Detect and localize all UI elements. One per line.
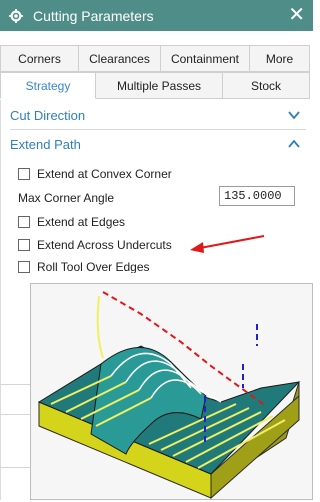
- window-title: Cutting Parameters: [33, 7, 154, 24]
- tab-containment[interactable]: Containment: [161, 45, 250, 72]
- section-extend-path[interactable]: Extend Path: [10, 130, 306, 158]
- extend-edges-option[interactable]: Extend at Edges: [18, 215, 125, 229]
- tab-more[interactable]: More: [250, 45, 310, 72]
- tab-multiple-passes[interactable]: Multiple Passes: [96, 72, 223, 99]
- toolpath-illustration: [37, 291, 301, 500]
- roll-tool-label: Roll Tool Over Edges: [37, 261, 150, 273]
- tab-stock[interactable]: Stock: [223, 72, 310, 99]
- close-icon[interactable]: ✕: [288, 4, 305, 26]
- annotation-arrow: [190, 235, 265, 253]
- tab-row-top: Corners Clearances Containment More: [0, 45, 313, 72]
- tooltip-illustration: [30, 283, 313, 500]
- extend-edges-checkbox[interactable]: [18, 216, 30, 228]
- extend-convex-label: Extend at Convex Corner: [37, 167, 172, 181]
- tab-corners[interactable]: Corners: [0, 45, 79, 72]
- section-label: Cut Direction: [10, 107, 86, 123]
- extend-edges-label: Extend at Edges: [37, 215, 126, 229]
- extend-undercuts-checkbox[interactable]: [18, 239, 30, 251]
- extend-undercuts-option[interactable]: Extend Across Undercuts: [18, 238, 172, 252]
- section-cut-direction[interactable]: Cut Direction: [10, 101, 306, 130]
- extend-convex-option[interactable]: Extend at Convex Corner: [18, 167, 172, 181]
- tab-row-bottom: Strategy Multiple Passes Stock: [0, 72, 313, 99]
- extend-convex-checkbox[interactable]: [18, 168, 30, 180]
- extend-undercuts-label: Extend Across Undercuts: [37, 238, 172, 252]
- max-corner-angle-label: Max Corner Angle: [18, 191, 115, 205]
- section-label: Extend Path: [10, 136, 81, 152]
- title-bar: Cutting Parameters ✕: [0, 0, 313, 31]
- chevron-down-icon: [288, 111, 300, 120]
- chevron-up-icon: [288, 139, 300, 148]
- max-corner-angle-input[interactable]: 135.0000: [219, 186, 295, 206]
- roll-tool-checkbox[interactable]: [18, 261, 30, 273]
- roll-tool-option[interactable]: Roll Tool Over Edges: [18, 261, 150, 273]
- tab-strategy[interactable]: Strategy: [0, 72, 96, 99]
- tab-clearances[interactable]: Clearances: [79, 45, 161, 72]
- gear-icon: [9, 8, 23, 23]
